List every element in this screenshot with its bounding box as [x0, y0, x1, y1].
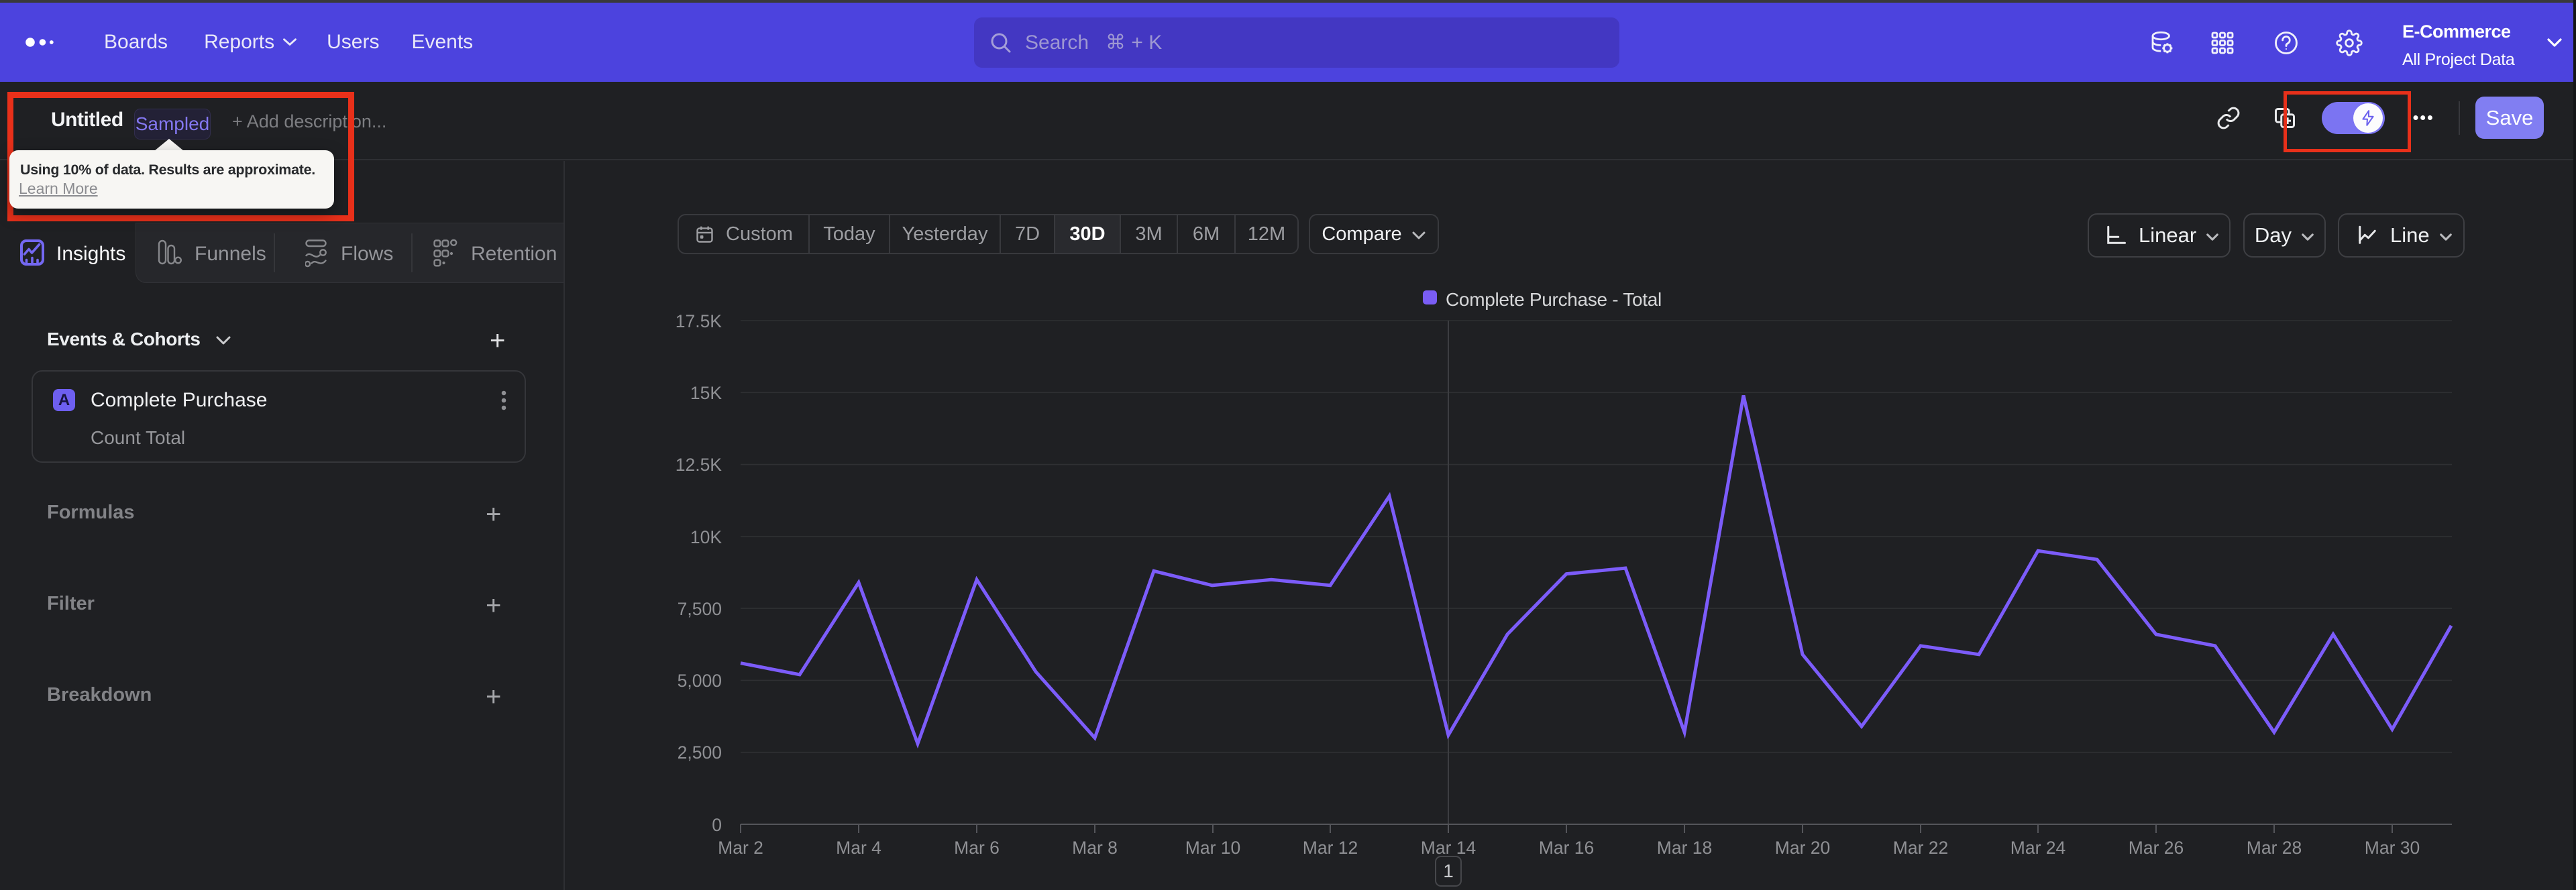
svg-text:Mar 22: Mar 22 [1893, 838, 1948, 858]
svg-text:Mar 24: Mar 24 [2010, 838, 2065, 858]
svg-text:Mar 8: Mar 8 [1072, 838, 1118, 858]
svg-text:Mar 30: Mar 30 [2365, 838, 2420, 858]
svg-text:Mar 16: Mar 16 [1539, 838, 1594, 858]
svg-text:15K: 15K [690, 383, 722, 403]
svg-text:Mar 18: Mar 18 [1657, 838, 1712, 858]
svg-text:0: 0 [712, 815, 722, 835]
svg-text:10K: 10K [690, 527, 722, 547]
svg-text:Mar 20: Mar 20 [1775, 838, 1830, 858]
svg-text:Mar 2: Mar 2 [718, 838, 763, 858]
svg-text:2,500: 2,500 [678, 742, 722, 763]
svg-text:Mar 26: Mar 26 [2129, 838, 2184, 858]
svg-text:5,000: 5,000 [678, 671, 722, 691]
svg-text:Mar 12: Mar 12 [1303, 838, 1358, 858]
svg-text:Mar 4: Mar 4 [836, 838, 881, 858]
svg-text:17.5K: 17.5K [676, 311, 722, 331]
svg-text:12.5K: 12.5K [676, 455, 722, 475]
svg-text:Mar 28: Mar 28 [2247, 838, 2302, 858]
svg-text:Mar 10: Mar 10 [1185, 838, 1240, 858]
svg-text:Mar 6: Mar 6 [954, 838, 1000, 858]
svg-text:Mar 14: Mar 14 [1421, 838, 1476, 858]
svg-text:7,500: 7,500 [678, 599, 722, 619]
